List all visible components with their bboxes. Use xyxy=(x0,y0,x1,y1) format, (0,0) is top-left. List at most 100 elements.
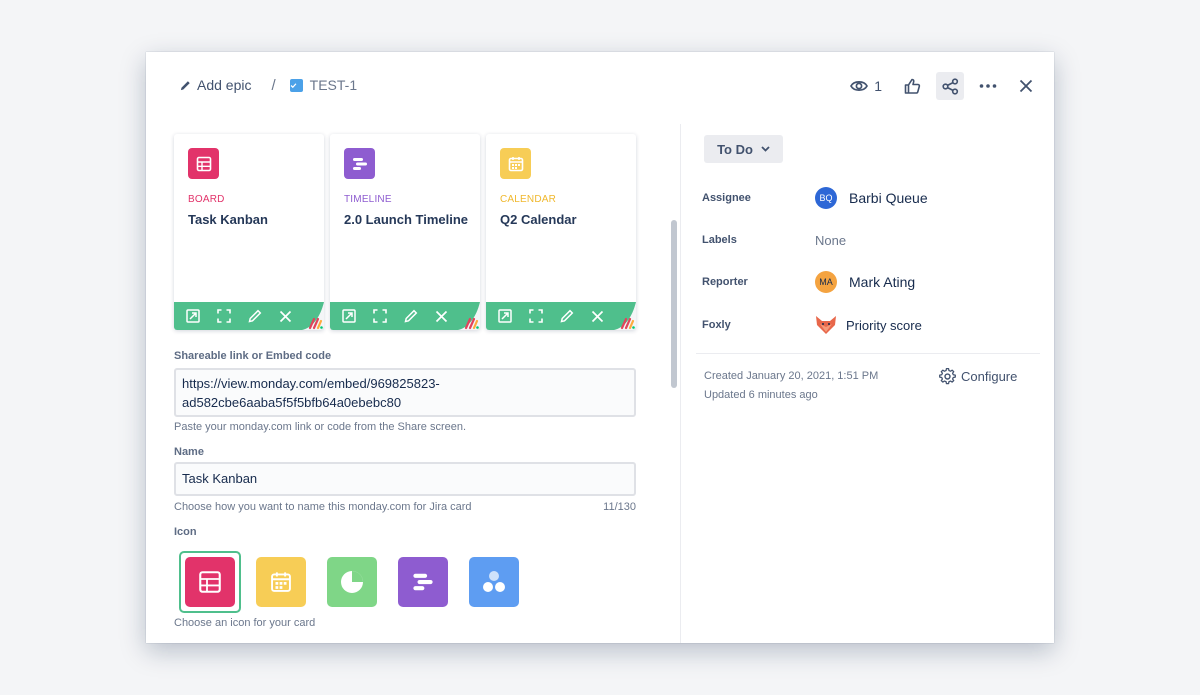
icon-tile xyxy=(256,557,306,607)
more-icon xyxy=(979,84,997,88)
checkbox-icon xyxy=(289,78,303,92)
add-epic-link[interactable]: Add epic xyxy=(180,77,251,93)
close-icon xyxy=(1019,79,1033,93)
reporter-label: Reporter xyxy=(702,276,748,288)
assignee-field[interactable]: BQ Barbi Queue xyxy=(815,187,928,209)
labels-row: Labels None xyxy=(702,228,1032,252)
icon-option-pie-chart[interactable] xyxy=(321,551,383,613)
monday-logo-icon xyxy=(614,302,636,330)
issue-content: BOARD Task Kanban TIMELINE 2.0 Launch Ti… xyxy=(146,124,668,643)
edit-icon[interactable] xyxy=(560,302,591,330)
chevron-down-icon xyxy=(761,146,770,152)
link-help-text: Paste your monday.com link or code from … xyxy=(174,421,467,433)
issue-key-link[interactable]: TEST-1 xyxy=(289,77,358,93)
watch-button[interactable]: 1 xyxy=(850,72,882,100)
card-title: Q2 Calendar xyxy=(500,212,577,227)
fullscreen-icon[interactable] xyxy=(529,302,560,330)
table-icon xyxy=(196,156,211,171)
labels-value: None xyxy=(815,232,847,248)
share-button[interactable] xyxy=(936,72,964,100)
issue-key: TEST-1 xyxy=(309,77,358,93)
card-type: TIMELINE xyxy=(344,194,392,205)
pencil-icon xyxy=(180,80,190,90)
fullscreen-icon[interactable] xyxy=(373,302,404,330)
add-epic-label: Add epic xyxy=(197,77,252,93)
issue-modal: Add epic / TEST-1 1 BOARD Task Kanban TI… xyxy=(146,52,1054,643)
status-dropdown[interactable]: To Do xyxy=(704,135,783,163)
link-value-line-2: ad582cbe6aaba5f5f5bfb64a0ebebc80 xyxy=(182,395,402,410)
icon-tile xyxy=(327,557,377,607)
card-calendar[interactable]: CALENDAR Q2 Calendar xyxy=(486,134,636,330)
fox-icon xyxy=(816,316,836,334)
column-divider xyxy=(680,124,681,643)
icon-option-calendar[interactable] xyxy=(250,551,312,613)
dots-icon xyxy=(483,571,505,592)
embed-icon[interactable] xyxy=(498,302,529,330)
assignee-row: Assignee BQ Barbi Queue xyxy=(702,186,1032,210)
card-icon-tile xyxy=(188,148,219,179)
updated-date: Updated 6 minutes ago xyxy=(704,389,818,401)
icon-option-timeline[interactable] xyxy=(392,551,454,613)
icon-tile xyxy=(185,557,235,607)
timeline-icon xyxy=(352,157,367,170)
edit-icon[interactable] xyxy=(404,302,435,330)
more-button[interactable] xyxy=(974,72,1002,100)
calendar-icon xyxy=(271,572,291,592)
labels-label: Labels xyxy=(702,234,737,246)
configure-button[interactable]: Configure xyxy=(939,368,1017,385)
link-field-label: Shareable link or Embed code xyxy=(174,350,332,362)
scrollbar-thumb[interactable] xyxy=(671,220,677,388)
reporter-field[interactable]: MA Mark Ating xyxy=(815,271,915,293)
foxly-field[interactable]: Priority score xyxy=(815,315,922,335)
icon-tile xyxy=(469,557,519,607)
calendar-icon xyxy=(508,156,523,171)
status-label: To Do xyxy=(717,141,753,157)
reporter-row: Reporter MA Mark Ating xyxy=(702,270,1032,294)
embed-icon[interactable] xyxy=(342,302,373,330)
icon-option-table[interactable] xyxy=(179,551,241,613)
reporter-name: Mark Ating xyxy=(849,274,916,290)
foxly-label: Foxly xyxy=(702,319,731,331)
avatar: BQ xyxy=(815,187,837,209)
name-input[interactable]: Task Kanban xyxy=(174,462,636,496)
share-icon xyxy=(941,77,958,95)
foxly-row: Foxly Priority score xyxy=(702,313,1032,337)
card-timeline[interactable]: TIMELINE 2.0 Launch Timeline xyxy=(330,134,480,330)
table-icon xyxy=(199,571,221,593)
configure-label: Configure xyxy=(961,369,1018,384)
eye-icon xyxy=(850,81,869,91)
card-board[interactable]: BOARD Task Kanban xyxy=(174,134,324,330)
close-button[interactable] xyxy=(1012,72,1040,100)
timeline-icon xyxy=(413,573,433,591)
assignee-name: Barbi Queue xyxy=(849,190,928,206)
card-title: Task Kanban xyxy=(188,212,268,227)
details-divider xyxy=(696,353,1040,354)
embed-icon[interactable] xyxy=(186,302,217,330)
icon-picker xyxy=(179,551,534,613)
pie-chart-icon xyxy=(341,571,363,593)
card-icon-tile xyxy=(500,148,531,179)
icon-help-text: Choose an icon for your card xyxy=(174,617,316,629)
card-type: BOARD xyxy=(188,194,225,205)
card-list: BOARD Task Kanban TIMELINE 2.0 Launch Ti… xyxy=(174,134,642,330)
link-value-line-1: https://view.monday.com/embed/969825823- xyxy=(182,376,440,391)
gear-icon xyxy=(939,368,956,385)
scrollbar[interactable] xyxy=(669,124,679,643)
like-button[interactable] xyxy=(898,72,926,100)
header-actions: 1 xyxy=(850,72,1040,100)
icon-option-dots[interactable] xyxy=(463,551,525,613)
monday-logo-icon xyxy=(458,302,480,330)
monday-logo-icon xyxy=(302,302,324,330)
card-icon-tile xyxy=(344,148,375,179)
breadcrumb-separator: / xyxy=(271,76,276,94)
card-title: 2.0 Launch Timeline xyxy=(344,212,469,227)
fullscreen-icon[interactable] xyxy=(217,302,248,330)
watch-count: 1 xyxy=(874,78,882,94)
edit-icon[interactable] xyxy=(248,302,279,330)
name-char-counter: 11/130 xyxy=(603,501,636,513)
card-type: CALENDAR xyxy=(500,194,557,205)
foxly-value: Priority score xyxy=(846,317,922,333)
created-date: Created January 20, 2021, 1:51 PM xyxy=(704,370,879,382)
labels-field[interactable]: None xyxy=(815,233,846,248)
link-input[interactable]: https://view.monday.com/embed/969825823-… xyxy=(174,368,636,417)
